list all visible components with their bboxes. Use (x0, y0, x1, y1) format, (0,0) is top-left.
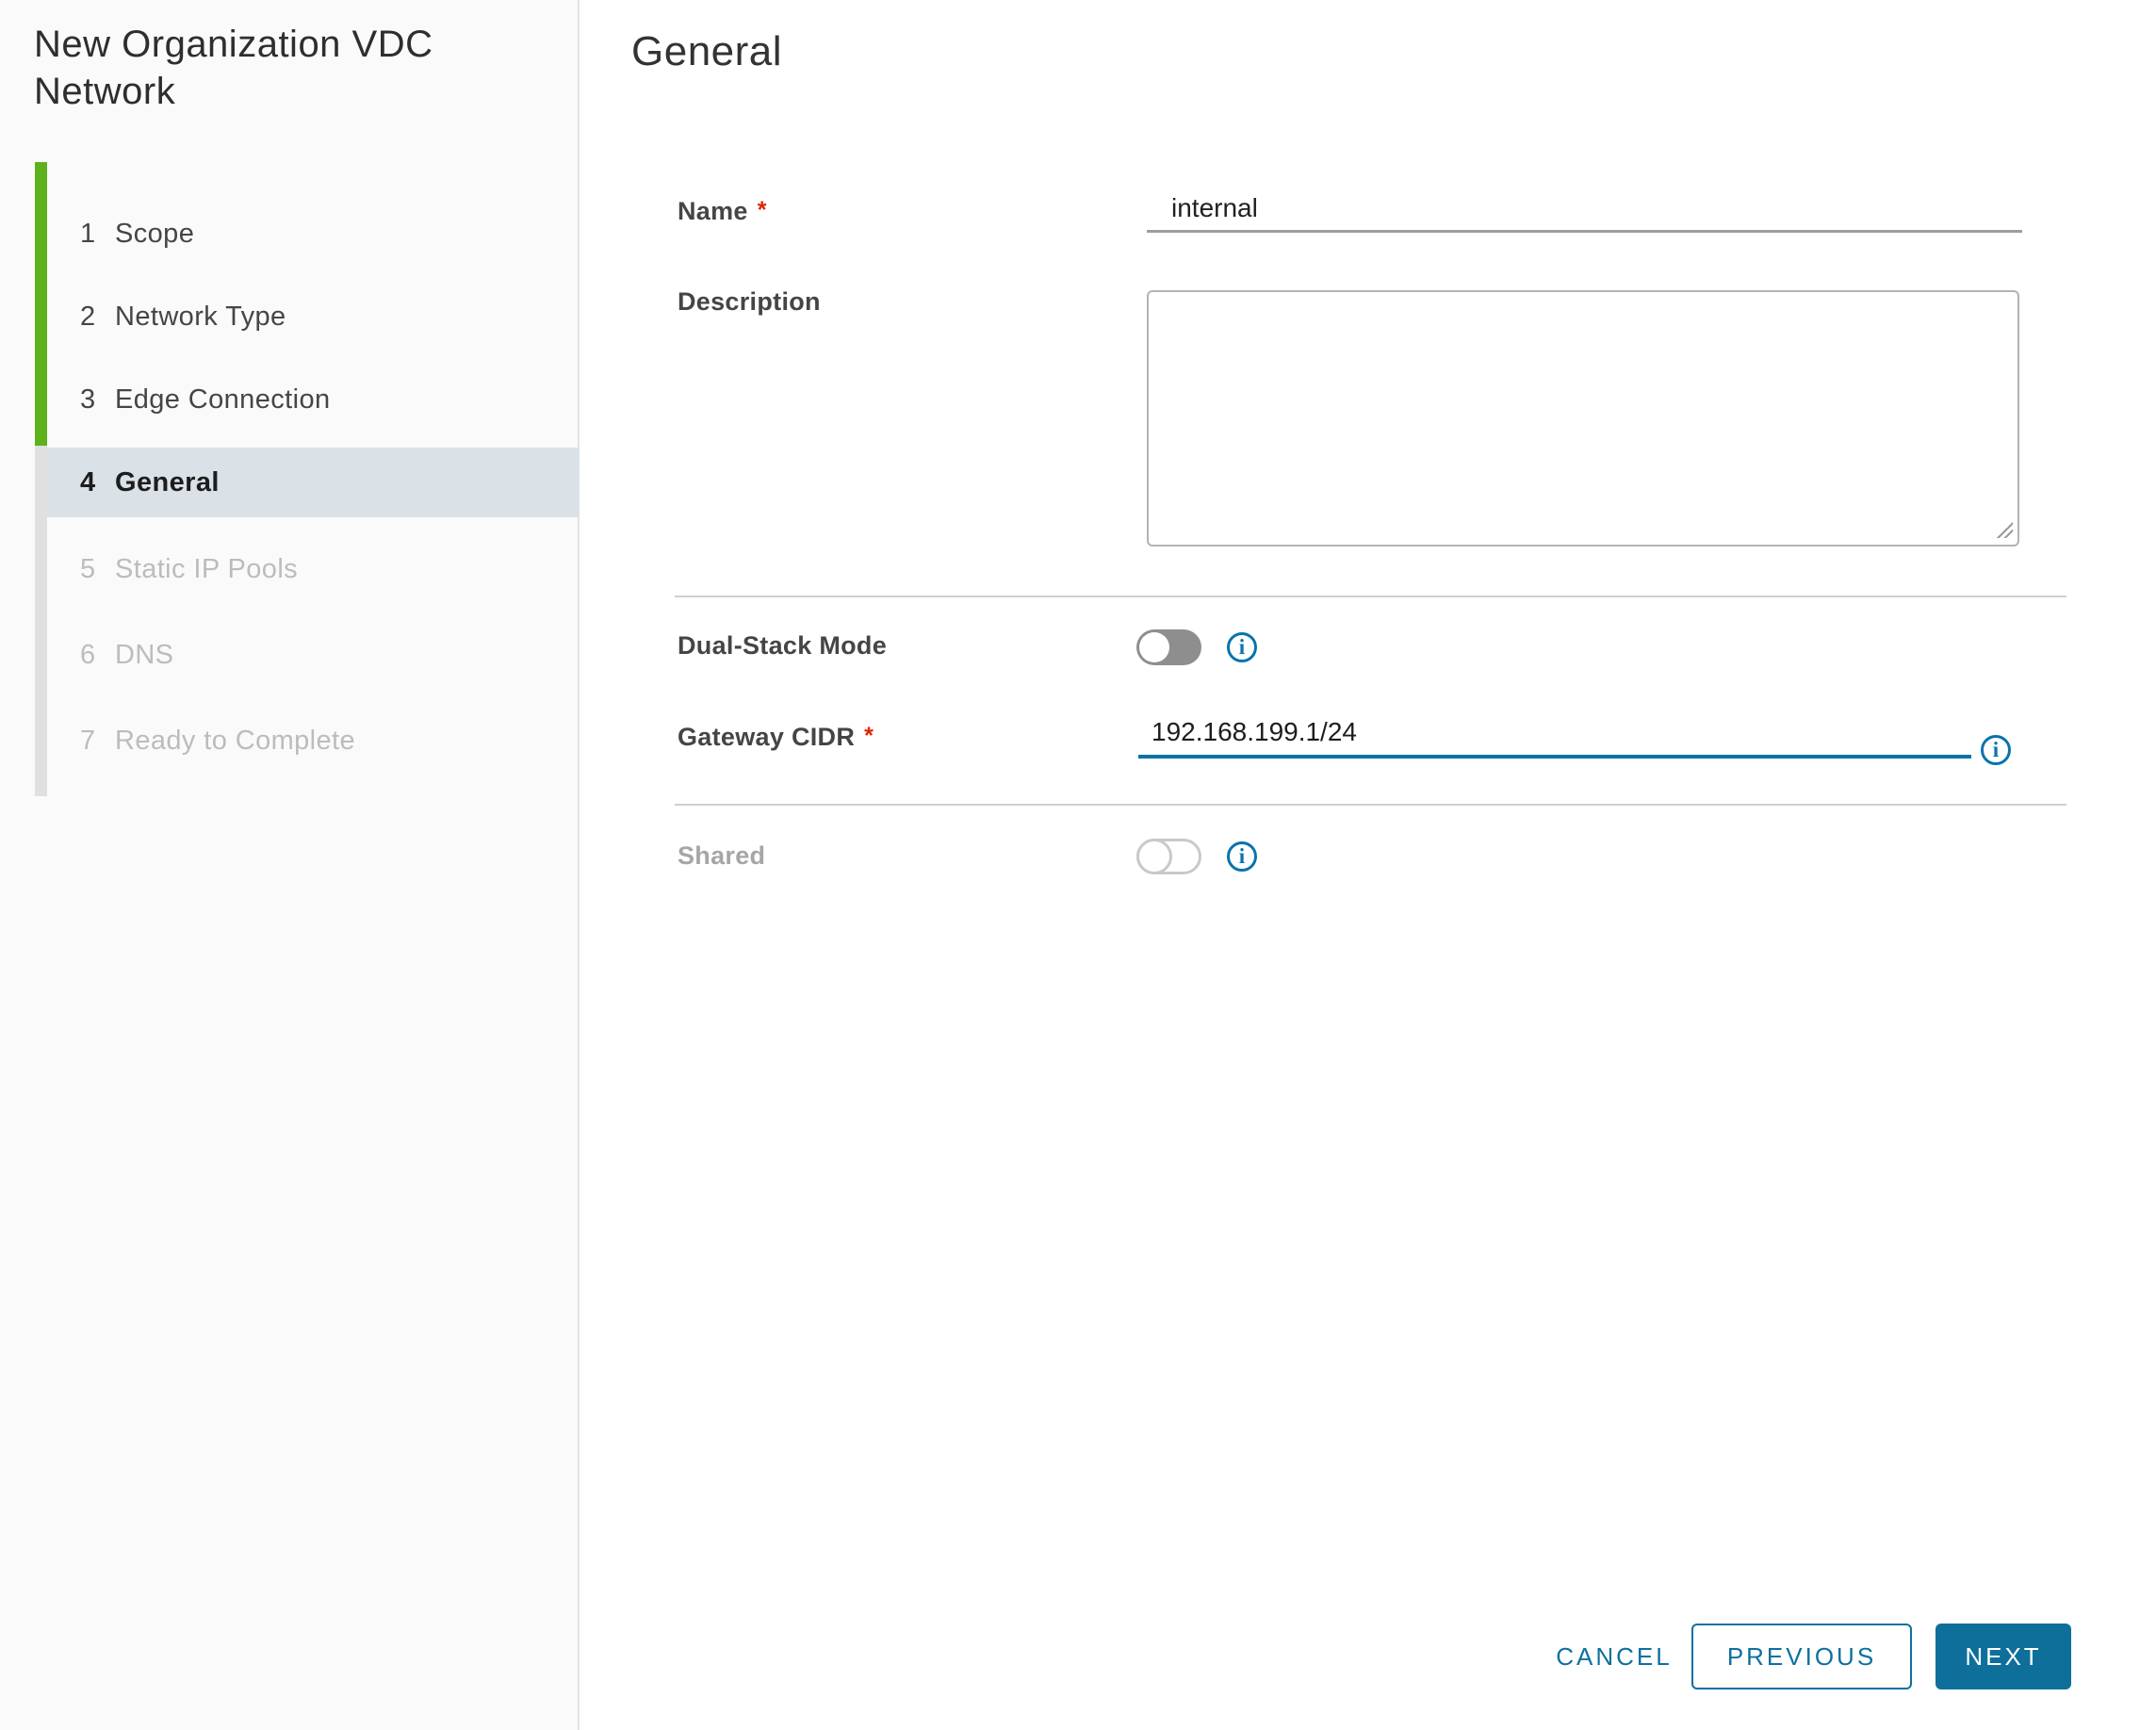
shared-toggle-disabled (1136, 839, 1201, 874)
page-title: General (631, 28, 783, 74)
section-divider (675, 804, 2066, 806)
required-asterisk: * (757, 197, 767, 223)
next-button[interactable]: NEXT (1936, 1624, 2071, 1689)
section-divider (675, 596, 2066, 597)
toggle-knob (1139, 632, 1169, 662)
step-number: 5 (80, 553, 96, 584)
step-label: General (115, 466, 220, 498)
toggle-knob (1136, 839, 1172, 874)
dual-stack-info-icon[interactable]: i (1227, 632, 1257, 662)
step-label: Network Type (115, 301, 286, 332)
step-label: Static IP Pools (115, 553, 299, 584)
cancel-button[interactable]: CANCEL (1553, 1624, 1675, 1689)
step-number: 6 (80, 639, 96, 670)
step-ready-to-complete: 7 Ready to Complete (0, 706, 580, 775)
step-label: DNS (115, 639, 174, 670)
step-number: 1 (80, 218, 96, 249)
step-label: Ready to Complete (115, 725, 356, 756)
step-general-active[interactable]: 4 General (47, 448, 580, 517)
previous-button[interactable]: PREVIOUS (1691, 1624, 1912, 1689)
step-scope[interactable]: 1 Scope (0, 199, 580, 269)
new-org-vdc-network-wizard: New Organization VDC Network 1 Scope 2 N… (0, 0, 2156, 1730)
shared-info-icon[interactable]: i (1227, 841, 1257, 872)
step-label: Scope (115, 218, 195, 249)
name-label: Name * (678, 197, 767, 225)
wizard-sidebar: New Organization VDC Network 1 Scope 2 N… (0, 0, 580, 1730)
step-dns: 6 DNS (0, 620, 580, 690)
description-textarea[interactable] (1147, 290, 2019, 547)
required-asterisk: * (864, 723, 874, 749)
dual-stack-mode-label: Dual-Stack Mode (678, 631, 888, 660)
step-static-ip-pools: 5 Static IP Pools (0, 534, 580, 604)
step-label: Edge Connection (115, 384, 331, 415)
gateway-cidr-label: Gateway CIDR * (678, 723, 874, 751)
name-input[interactable] (1147, 188, 2022, 233)
description-label: Description (678, 287, 821, 316)
dual-stack-toggle[interactable] (1136, 629, 1201, 665)
gateway-cidr-input[interactable] (1138, 712, 1971, 759)
general-step-panel: General Name* Description Dual-Stack Mod… (580, 0, 2156, 1730)
step-number: 3 (80, 384, 96, 415)
step-network-type[interactable]: 2 Network Type (0, 282, 580, 351)
step-number: 2 (80, 301, 96, 332)
textarea-resize-handle-icon[interactable] (1997, 522, 2013, 538)
gateway-cidr-info-icon[interactable]: i (1981, 735, 2011, 765)
step-number: 7 (80, 725, 96, 756)
step-number: 4 (80, 466, 96, 498)
description-field-wrap (1147, 290, 2019, 547)
step-edge-connection[interactable]: 3 Edge Connection (0, 365, 580, 434)
wizard-title: New Organization VDC Network (34, 24, 433, 112)
shared-label: Shared (678, 841, 766, 870)
